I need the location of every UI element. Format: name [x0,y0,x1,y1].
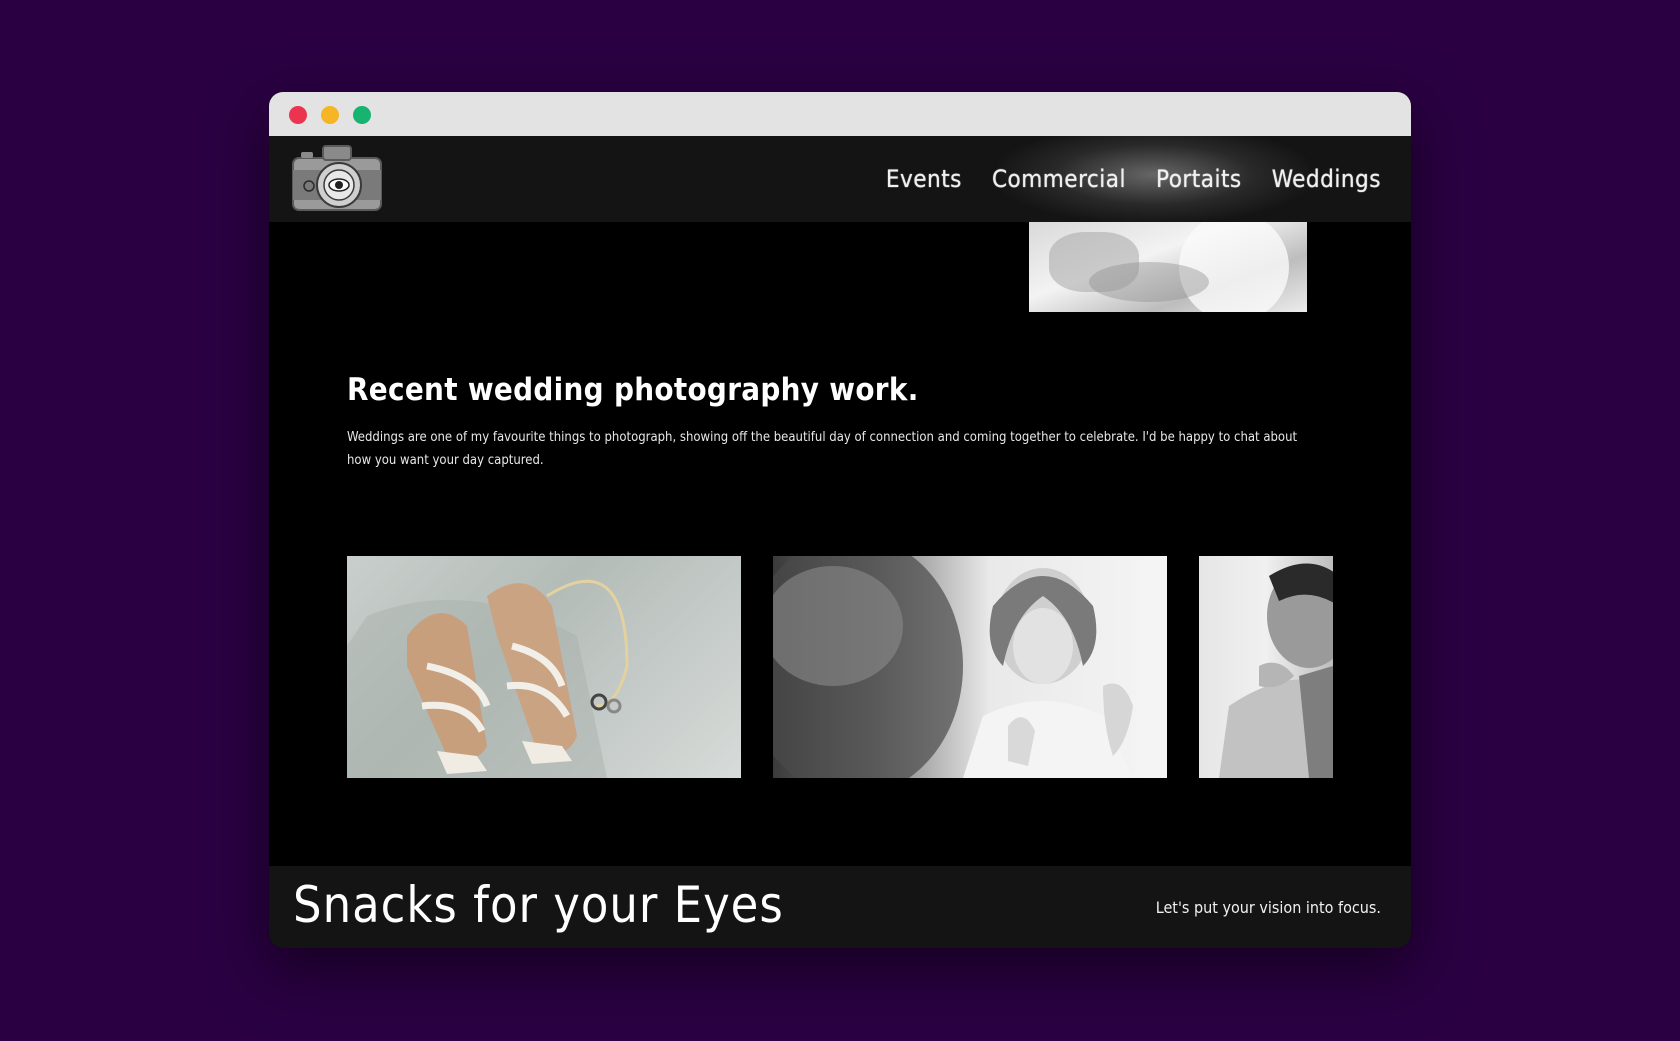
wedding-shoes-photo[interactable] [347,556,741,778]
site-footer: Snacks for your Eyes Let's put your visi… [269,866,1411,948]
site-navbar: Events Commercial Portaits Weddings [269,136,1411,222]
photo-gallery [347,556,1333,778]
nav-link-events[interactable]: Events [886,165,962,193]
close-window-button[interactable] [289,106,307,124]
main-nav: Events Commercial Portaits Weddings [886,136,1381,222]
footer-tagline: Let's put your vision into focus. [1155,898,1381,917]
browser-window: Events Commercial Portaits Weddings Rece… [269,92,1411,948]
footer-brand: Snacks for your Eyes [293,876,784,934]
nav-link-weddings[interactable]: Weddings [1272,165,1381,193]
minimize-window-button[interactable] [321,106,339,124]
maximize-window-button[interactable] [353,106,371,124]
page-heading: Recent wedding photography work. [347,372,919,408]
bride-portrait-photo[interactable] [773,556,1167,778]
nav-link-portraits[interactable]: Portaits [1156,165,1242,193]
page-description: Weddings are one of my favourite things … [347,430,1298,468]
camera-logo-icon[interactable] [289,142,385,218]
groom-laughing-photo[interactable] [1199,556,1333,778]
hero-photo [1029,222,1307,312]
nav-link-commercial[interactable]: Commercial [992,165,1126,193]
window-titlebar [269,92,1411,136]
